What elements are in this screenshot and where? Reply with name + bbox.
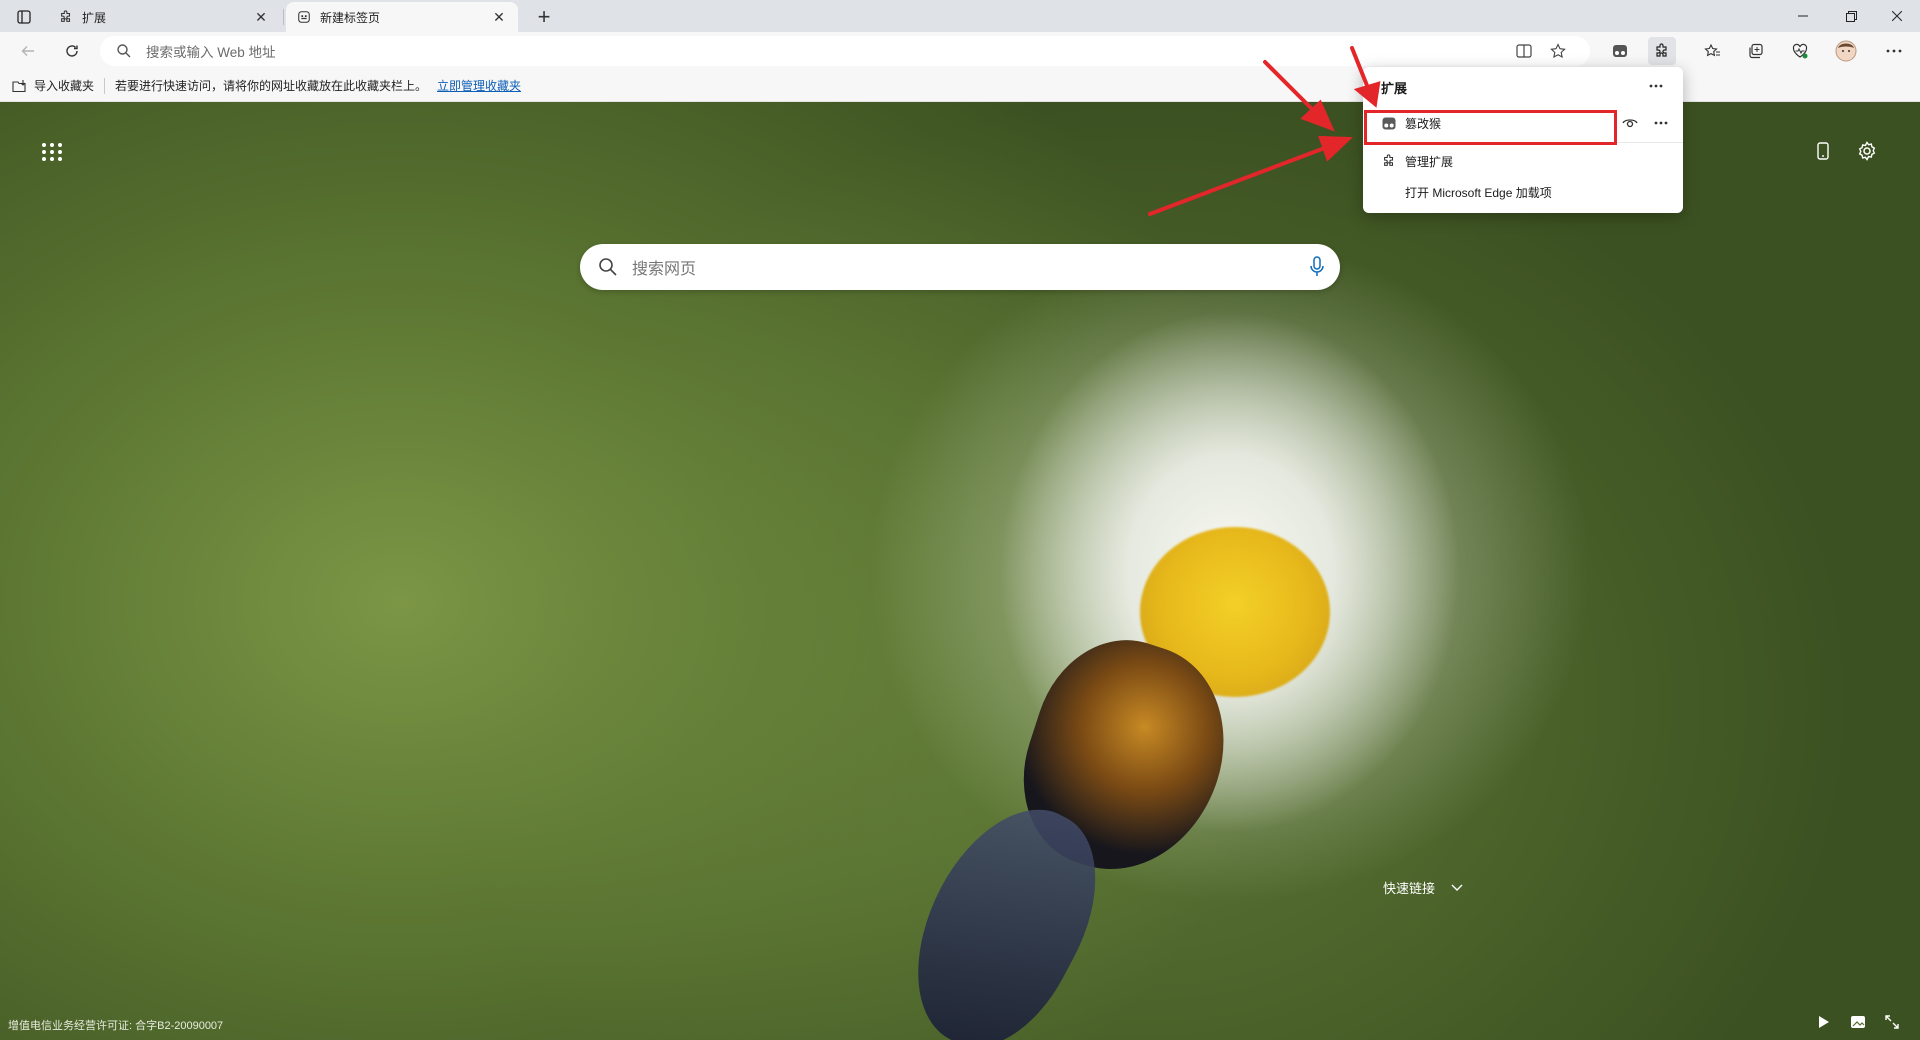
settings-more-icon[interactable] bbox=[1880, 37, 1908, 65]
import-favorites-label: 导入收藏夹 bbox=[34, 79, 95, 93]
tab-new-tab[interactable]: 新建标签页 ✕ bbox=[286, 2, 518, 32]
tab-extensions[interactable]: 扩展 ✕ bbox=[48, 2, 280, 32]
new-tab-plus-icon[interactable]: + bbox=[530, 4, 558, 30]
extensions-puzzle-icon[interactable] bbox=[1648, 37, 1676, 65]
search-icon bbox=[117, 44, 131, 58]
refresh-icon[interactable] bbox=[58, 37, 86, 65]
extensions-popup-title: 扩展 bbox=[1381, 81, 1408, 96]
manage-extensions-label: 管理扩展 bbox=[1405, 154, 1454, 169]
collections-icon[interactable] bbox=[1742, 37, 1770, 65]
eye-show-in-toolbar-icon[interactable] bbox=[1618, 111, 1642, 135]
tab-actions-menu-icon[interactable] bbox=[10, 5, 38, 29]
microphone-icon[interactable] bbox=[1310, 256, 1324, 278]
window-close-icon[interactable] bbox=[1874, 0, 1920, 32]
extension-name: 篡改猴 bbox=[1405, 116, 1442, 131]
navigation-toolbar: 搜索或输入 Web 地址 bbox=[0, 32, 1920, 70]
favorites-icon[interactable] bbox=[1698, 37, 1726, 65]
address-bar-placeholder: 搜索或输入 Web 地址 bbox=[146, 45, 276, 60]
tab-divider bbox=[283, 9, 284, 25]
puzzle-icon bbox=[1381, 153, 1397, 169]
quick-links-toggle[interactable]: 快速链接 bbox=[1383, 878, 1463, 897]
chevron-down-icon bbox=[1451, 884, 1463, 891]
newtab-page-icon bbox=[296, 9, 312, 25]
back-arrow-icon[interactable] bbox=[14, 37, 42, 65]
more-options-icon[interactable] bbox=[1643, 73, 1669, 99]
extensions-popup: 扩展 篡改猴 管理扩展 打开 Microsoft Edge 加载项 bbox=[1363, 67, 1683, 213]
minimize-icon[interactable] bbox=[1780, 0, 1826, 32]
manage-extensions-item[interactable]: 管理扩展 bbox=[1363, 146, 1683, 176]
tab-strip: 扩展 ✕ 新建标签页 ✕ + bbox=[0, 0, 1920, 32]
search-icon bbox=[599, 258, 617, 276]
import-favorites-icon bbox=[12, 79, 26, 92]
browser-essentials-heart-icon[interactable] bbox=[1786, 37, 1814, 65]
close-icon[interactable]: ✕ bbox=[490, 8, 508, 26]
web-search-placeholder: 搜索网页 bbox=[632, 261, 697, 278]
import-favorites-button[interactable]: 导入收藏夹 bbox=[12, 77, 94, 94]
split-screen-icon[interactable] bbox=[1510, 37, 1538, 65]
address-bar[interactable]: 搜索或输入 Web 地址 bbox=[100, 36, 1590, 66]
image-info-icon[interactable] bbox=[1844, 1008, 1872, 1036]
tampermonkey-icon bbox=[1381, 115, 1397, 131]
quick-links-label: 快速链接 bbox=[1383, 881, 1436, 896]
fullscreen-expand-icon[interactable] bbox=[1878, 1008, 1906, 1036]
page-settings-gear-icon[interactable] bbox=[1852, 136, 1882, 166]
open-edge-addons-label: 打开 Microsoft Edge 加载项 bbox=[1405, 185, 1552, 200]
puzzle-icon bbox=[58, 9, 74, 25]
new-tab-page-background: 搜索网页 快速链接 增值电信业务经营许可证: 合字B2-20090007 bbox=[0, 102, 1920, 1040]
favorite-star-icon[interactable] bbox=[1544, 37, 1572, 65]
restore-icon[interactable] bbox=[1828, 0, 1874, 32]
manage-favorites-link[interactable]: 立即管理收藏夹 bbox=[437, 77, 521, 94]
play-icon[interactable] bbox=[1810, 1008, 1838, 1036]
close-icon[interactable]: ✕ bbox=[252, 8, 270, 26]
profile-avatar[interactable] bbox=[1832, 37, 1860, 65]
favorites-hint: 若要进行快速访问，请将你的网址收藏放在此收藏夹栏上。 bbox=[115, 79, 428, 93]
popup-divider bbox=[1363, 142, 1683, 143]
extension-more-options-icon[interactable] bbox=[1649, 111, 1673, 135]
tampermonkey-toolbar-icon[interactable] bbox=[1606, 37, 1634, 65]
favorites-divider bbox=[104, 77, 106, 94]
open-edge-addons-item[interactable]: 打开 Microsoft Edge 加载项 bbox=[1363, 177, 1683, 207]
phone-icon[interactable] bbox=[1808, 136, 1838, 166]
web-search-box[interactable]: 搜索网页 bbox=[580, 244, 1340, 290]
tab-title: 扩展 bbox=[82, 10, 107, 25]
app-launcher-grid-icon[interactable] bbox=[38, 138, 66, 166]
tab-title: 新建标签页 bbox=[320, 10, 381, 25]
license-footer: 增值电信业务经营许可证: 合字B2-20090007 bbox=[8, 1020, 224, 1032]
